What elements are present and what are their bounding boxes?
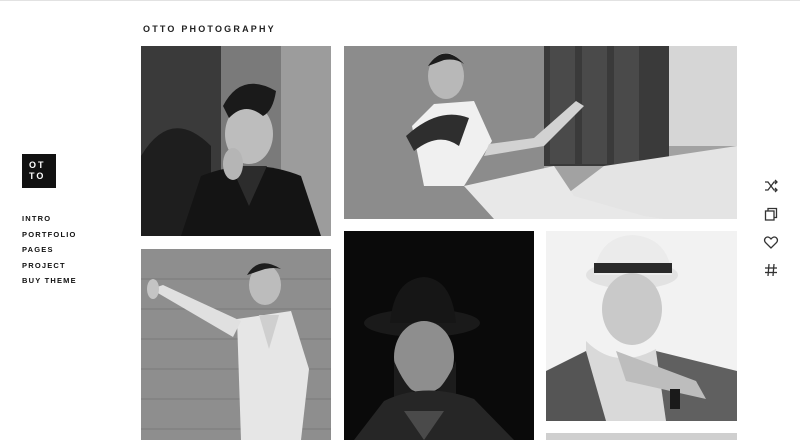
gallery-photo-2[interactable] [344,46,737,219]
nav-item-portfolio[interactable]: PORTFOLIO [22,229,77,245]
photo-5-image [546,231,737,421]
gallery-photo-6[interactable] [546,433,737,440]
logo[interactable]: OT TO [22,154,56,188]
heart-icon[interactable] [763,234,779,250]
logo-line-1: OT [29,160,46,170]
gallery-photo-5[interactable] [546,231,737,421]
site-title[interactable]: OTTO PHOTOGRAPHY [143,24,276,34]
gallery-photo-4[interactable] [344,231,534,440]
logo-line-2: TO [29,171,46,181]
nav-item-pages[interactable]: PAGES [22,244,77,260]
photo-2-image [344,46,737,219]
shuffle-icon[interactable] [763,178,779,194]
photo-3-image [141,249,331,440]
photo-4-image [344,231,534,440]
top-divider [0,0,800,1]
gallery-photo-3[interactable] [141,249,331,440]
side-toolbar [763,178,779,290]
hashtag-icon[interactable] [763,262,779,278]
photo-1-image [141,46,331,236]
main-nav: INTRO PORTFOLIO PAGES PROJECT BUY THEME [22,213,77,291]
nav-item-buy-theme[interactable]: BUY THEME [22,275,77,291]
copy-icon[interactable] [763,206,779,222]
nav-item-intro[interactable]: INTRO [22,213,77,229]
nav-item-project[interactable]: PROJECT [22,260,77,276]
gallery-photo-1[interactable] [141,46,331,236]
